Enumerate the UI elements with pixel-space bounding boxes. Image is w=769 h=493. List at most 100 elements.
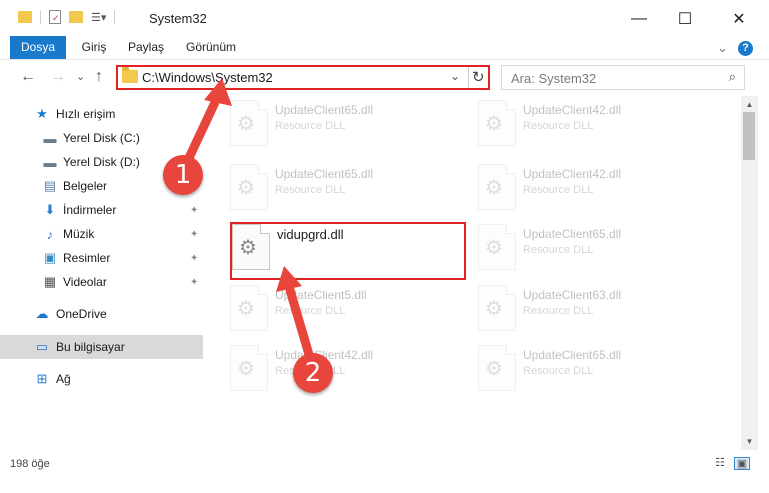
file-item[interactable]: ⚙ UpdateClient65.dll Resource DLL (230, 96, 460, 152)
file-type: Resource DLL (523, 305, 594, 317)
tab-share[interactable]: Paylaş (124, 36, 168, 59)
toolbar-divider (114, 10, 116, 24)
pin-icon[interactable]: ✦ (190, 229, 198, 240)
sidebar-item-videos[interactable]: ▦ Videolar ✦ (0, 270, 203, 294)
file-name: UpdateClient65.dll (275, 167, 374, 181)
up-arrow-icon[interactable]: ↑ (95, 68, 103, 86)
file-name: UpdateClient65.dll (523, 227, 622, 241)
sidebar-item-label: Ağ (56, 372, 71, 386)
chevron-down-icon[interactable]: ⌄ (450, 69, 460, 83)
minimize-button[interactable]: — (616, 0, 662, 38)
pictures-icon: ▣ (43, 250, 57, 265)
network-icon: ⊞ (36, 371, 48, 386)
sidebar-item-onedrive[interactable]: ☁ OneDrive (0, 302, 203, 326)
navigation-bar: ← → ⌄ ↑ C:\Windows\System32 ⌄ ↻ Ara: Sys… (0, 60, 769, 96)
tab-view[interactable]: Görünüm (182, 36, 240, 59)
folder-icon (18, 11, 32, 23)
file-item[interactable]: ⚙ UpdateClient42.dll Resource DLL (230, 341, 460, 397)
address-path[interactable]: C:\Windows\System32 (142, 70, 273, 85)
star-icon: ★ (36, 106, 48, 121)
tab-file[interactable]: Dosya (10, 36, 66, 59)
file-type: Resource DLL (275, 184, 346, 196)
videos-icon: ▦ (43, 274, 57, 289)
sidebar-item-label: Yerel Disk (C:) (63, 131, 140, 145)
details-view-icon[interactable]: ☷ (712, 457, 728, 470)
pin-icon[interactable]: ✦ (190, 205, 198, 216)
dll-file-icon: ⚙ (478, 100, 516, 146)
file-item[interactable]: ⚙ UpdateClient65.dll Resource DLL (478, 341, 708, 397)
pin-icon[interactable]: ✦ (190, 253, 198, 264)
new-folder-icon[interactable] (69, 11, 83, 23)
folder-icon (122, 67, 138, 83)
file-highlight-box (230, 222, 466, 280)
back-arrow-icon[interactable]: ← (20, 68, 36, 86)
scroll-up-icon[interactable]: ▲ (741, 96, 758, 113)
close-button[interactable]: ✕ (716, 0, 762, 38)
file-type: Resource DLL (275, 120, 346, 132)
dll-file-icon: ⚙ (230, 285, 268, 331)
sidebar-item-label: Müzik (63, 227, 95, 241)
sidebar-item-label: OneDrive (56, 307, 107, 321)
search-input[interactable]: Ara: System32 ⌕ (501, 65, 745, 90)
file-item[interactable]: ⚙ UpdateClient42.dll Resource DLL (478, 96, 708, 152)
file-name: UpdateClient42.dll (523, 103, 622, 117)
tab-home[interactable]: Giriş (74, 36, 114, 59)
recent-locations-icon[interactable]: ⌄ (76, 70, 85, 83)
file-type: Resource DLL (523, 120, 594, 132)
sidebar-item-network[interactable]: ⊞ Ağ (0, 367, 203, 391)
gear-icon: ⚙ (237, 358, 255, 380)
customize-toolbar-icon[interactable]: ☰▾ (91, 11, 106, 24)
dll-file-icon: ⚙ (478, 164, 516, 210)
file-name: UpdateClient42.dll (523, 167, 622, 181)
navigation-pane: ★ Hızlı erişim ▬ Yerel Disk (C:) ▬ Yerel… (0, 96, 204, 450)
address-bar[interactable]: C:\Windows\System32 ⌄ ↻ (116, 65, 490, 90)
file-item[interactable]: ⚙ UpdateClient65.dll Resource DLL (478, 220, 708, 276)
sidebar-item-label: Bu bilgisayar (56, 340, 125, 354)
gear-icon: ⚙ (237, 177, 255, 199)
file-type: Resource DLL (523, 365, 594, 377)
forward-arrow-icon[interactable]: → (50, 68, 66, 86)
cloud-icon: ☁ (35, 306, 49, 321)
sidebar-item-quick-access[interactable]: ★ Hızlı erişim (0, 102, 203, 126)
drive-icon: ▬ (43, 154, 57, 170)
sidebar-item-downloads[interactable]: ⬇ İndirmeler ✦ (0, 198, 203, 222)
window-bottom (0, 478, 769, 493)
window-title: System32 (149, 11, 207, 26)
pin-icon[interactable]: ✦ (190, 277, 198, 288)
dll-file-icon: ⚙ (230, 100, 268, 146)
file-item[interactable]: ⚙ UpdateClient65.dll Resource DLL (230, 160, 460, 216)
gear-icon: ⚙ (485, 358, 503, 380)
search-icon[interactable]: ⌕ (729, 69, 736, 85)
music-icon: ♪ (46, 226, 54, 242)
ribbon-tabs: Dosya Giriş Paylaş Görünüm ⌄ ? (0, 36, 769, 60)
sidebar-item-this-pc[interactable]: ▭ Bu bilgisayar (0, 335, 203, 359)
sidebar-item-label: Hızlı erişim (56, 107, 116, 121)
status-bar: 198 öğe ☷ ▣ (0, 450, 769, 478)
quick-access-toolbar: ✓ ☰▾ (18, 10, 116, 24)
dll-file-icon: ⚙ (478, 224, 516, 270)
file-item[interactable]: ⚙ UpdateClient63.dll Resource DLL (478, 281, 708, 337)
item-count: 198 öğe (10, 458, 50, 470)
sidebar-item-music[interactable]: ♪ Müzik ✦ (0, 222, 203, 246)
file-item[interactable]: ⚙ UpdateClient42.dll Resource DLL (478, 160, 708, 216)
file-name: UpdateClient65.dll (275, 103, 374, 117)
scroll-down-icon[interactable]: ▼ (741, 433, 758, 450)
file-name: UpdateClient65.dll (523, 348, 622, 362)
help-icon[interactable]: ? (738, 40, 753, 56)
maximize-button[interactable]: ☐ (662, 0, 708, 38)
sidebar-item-label: Videolar (63, 275, 107, 289)
gear-icon: ⚙ (485, 298, 503, 320)
properties-icon[interactable]: ✓ (49, 10, 61, 24)
sidebar-item-disk-c[interactable]: ▬ Yerel Disk (C:) (0, 126, 203, 150)
scrollbar-thumb[interactable] (743, 112, 755, 160)
file-item[interactable]: ⚙ UpdateClient5.dll Resource DLL (230, 281, 460, 337)
address-divider (468, 67, 469, 88)
gear-icon: ⚙ (237, 113, 255, 135)
large-icons-view-icon[interactable]: ▣ (734, 457, 750, 470)
title-bar: ✓ ☰▾ System32 — ☐ ✕ (0, 0, 769, 38)
expand-ribbon-icon[interactable]: ⌄ (717, 40, 728, 56)
sidebar-item-pictures[interactable]: ▣ Resimler ✦ (0, 246, 203, 270)
vertical-scrollbar[interactable]: ▲ ▼ (741, 96, 758, 450)
computer-icon: ▭ (35, 339, 49, 354)
refresh-icon[interactable]: ↻ (472, 68, 485, 86)
